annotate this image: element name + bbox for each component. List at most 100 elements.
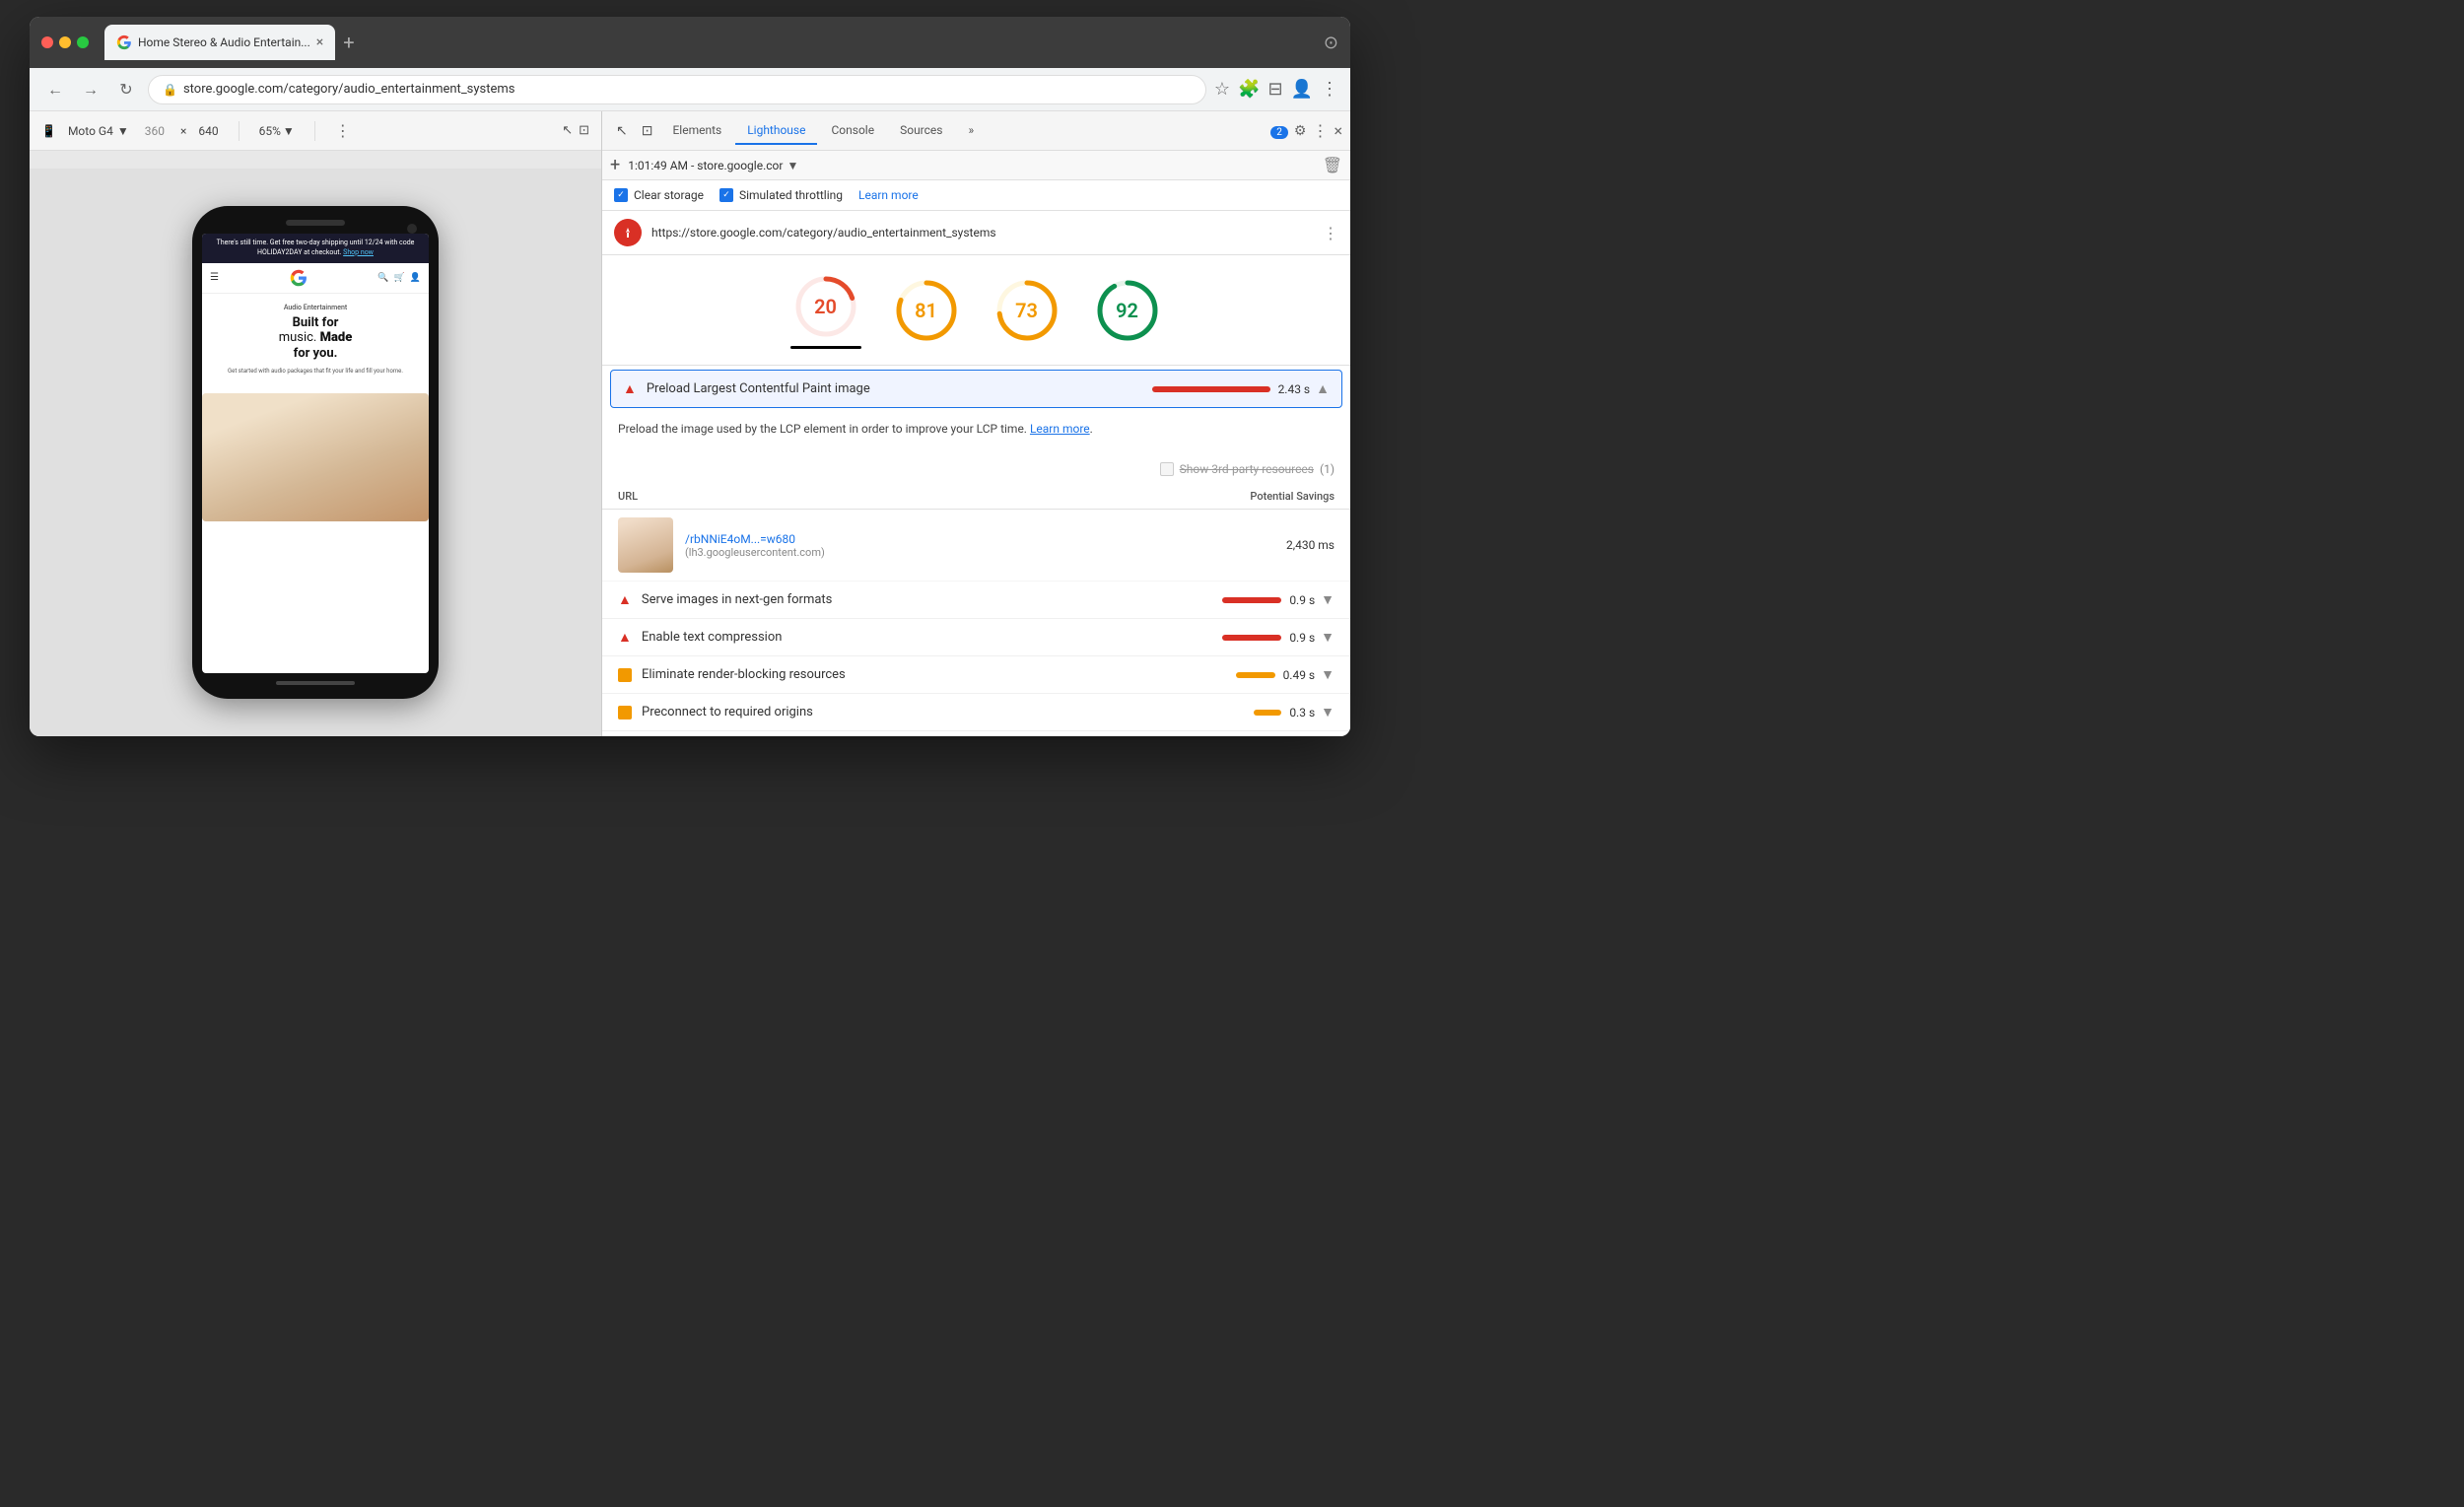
devtools-responsive-icon[interactable]: ⊡ xyxy=(636,119,659,143)
audit-item-render-blocking[interactable]: Eliminate render-blocking resources 0.49… xyxy=(602,656,1350,694)
audit-url-more-icon[interactable]: ⋮ xyxy=(1323,224,1338,242)
audit-learn-more-link[interactable]: Learn more xyxy=(1030,422,1090,436)
warning-red-icon: ▲ xyxy=(623,380,637,397)
audit-render-blocking-chevron: ▼ xyxy=(1321,666,1335,683)
audit-item-compression[interactable]: ▲ Enable text compression 0.9 s ▼ xyxy=(602,619,1350,656)
audit-item-expanded[interactable]: ▲ Preload Largest Contentful Paint image… xyxy=(610,370,1342,408)
close-devtools-icon[interactable]: × xyxy=(1334,121,1342,140)
active-tab[interactable]: Home Stereo & Audio Entertain... × xyxy=(104,25,335,60)
notification-count: 2 xyxy=(1270,126,1288,139)
audit-logo-icon xyxy=(614,219,642,246)
audit-render-blocking-bar-container: 0.49 s xyxy=(1236,668,1316,682)
throttling-option[interactable]: ✓ Simulated throttling xyxy=(719,188,843,202)
ruler-area xyxy=(30,151,601,169)
zoom-selector[interactable]: 65% ▼ xyxy=(259,124,295,138)
phone-hero-desc: Get started with audio packages that fit… xyxy=(210,367,421,376)
audit-render-blocking-bar xyxy=(1236,672,1275,678)
session-bar: + 1:01:49 AM - store.google.cor ▼ 🗑 xyxy=(602,151,1350,180)
session-delete-icon[interactable]: 🗑 xyxy=(1323,156,1342,174)
audit-next-gen-time: 0.9 s xyxy=(1289,593,1315,607)
audit-next-gen-bar-container: 0.9 s xyxy=(1222,593,1315,607)
phone-bottom-bar xyxy=(276,681,355,685)
score-20-circle: 20 xyxy=(790,271,861,342)
audit-lcp-bar-container: 2.43 s xyxy=(1152,382,1311,396)
zoom-value: 65% xyxy=(259,124,281,138)
options-bar: ✓ Clear storage ✓ Simulated throttling L… xyxy=(602,180,1350,211)
audit-table-row: /rbNNiE4oM...=w680 (lh3.googleuserconten… xyxy=(602,510,1350,582)
tab-close-icon[interactable]: × xyxy=(316,34,323,50)
phone-camera xyxy=(407,224,417,234)
close-button[interactable] xyxy=(41,36,53,48)
device-name: Moto G4 xyxy=(68,124,113,138)
device-selector[interactable]: Moto G4 ▼ xyxy=(68,124,129,138)
score-seo: 92 xyxy=(1092,275,1163,346)
more-options-icon[interactable]: ⋮ xyxy=(1312,121,1328,140)
audit-compression-bar xyxy=(1222,635,1281,641)
elements-label: Elements xyxy=(672,123,721,137)
session-url-text: 1:01:49 AM - store.google.cor xyxy=(628,159,783,172)
audit-item-preconnect[interactable]: Preconnect to required origins 0.3 s ▼ xyxy=(602,694,1350,731)
show-3rd-party-count: (1) xyxy=(1320,462,1335,476)
devtools-cursor-icon[interactable]: ↖ xyxy=(610,119,634,143)
toolbar-more-icon[interactable]: ⋮ xyxy=(335,121,351,140)
back-button[interactable]: ← xyxy=(41,76,69,103)
devtools-toolbar: 📱 Moto G4 ▼ 360 × 640 65% ▼ ⋮ ↖ ⊡ xyxy=(30,111,601,151)
audit-url-row: https://store.google.com/category/audio_… xyxy=(602,211,1350,255)
pointer-icon[interactable]: ↖ xyxy=(562,123,573,138)
audit-compression-label: Enable text compression xyxy=(642,630,1222,645)
minimize-button[interactable] xyxy=(59,36,71,48)
extension-icon[interactable]: 🧩 xyxy=(1238,79,1260,100)
tab-lighthouse[interactable]: Lighthouse xyxy=(735,117,817,145)
phone-account-icon: 👤 xyxy=(410,273,421,283)
clear-storage-checkbox[interactable]: ✓ xyxy=(614,188,628,202)
tab-elements[interactable]: Elements xyxy=(660,117,733,145)
phone-banner: There's still time. Get free two-day shi… xyxy=(202,234,429,263)
phone-hero-subtitle: Audio Entertainment xyxy=(210,304,421,311)
forward-button[interactable]: → xyxy=(77,76,104,103)
score-20-underline xyxy=(790,346,861,349)
responsive-icon[interactable]: ⊡ xyxy=(579,123,589,138)
score-92-circle: 92 xyxy=(1092,275,1163,346)
phone-hero: Audio Entertainment Built for music. Mad… xyxy=(202,294,429,394)
address-input[interactable]: 🔒 store.google.com/category/audio_entert… xyxy=(148,75,1206,104)
session-dropdown-icon[interactable]: ▼ xyxy=(787,159,798,172)
table-url-main: /rbNNiE4oM...=w680 xyxy=(685,532,1274,546)
new-tab-button[interactable]: + xyxy=(335,31,362,54)
device-picker-icon: 📱 xyxy=(41,124,56,138)
profile-icon[interactable]: 👤 xyxy=(1291,79,1313,100)
phone-image-person xyxy=(202,393,429,521)
dimension-separator: 360 xyxy=(145,124,165,138)
throttling-checkbox[interactable]: ✓ xyxy=(719,188,733,202)
tab-console[interactable]: Console xyxy=(819,117,886,145)
phone-nav: ☰ 🔍 🛒 xyxy=(202,263,429,294)
cast-icon[interactable]: ⊟ xyxy=(1267,79,1282,100)
browser-options-icon[interactable]: ⋮ xyxy=(1321,79,1338,100)
audit-render-blocking-time: 0.49 s xyxy=(1283,668,1316,682)
score-accessibility: 81 xyxy=(891,275,962,346)
session-url: 1:01:49 AM - store.google.cor ▼ xyxy=(628,159,798,172)
show-3rd-party-checkbox[interactable] xyxy=(1160,462,1174,476)
show-3rd-party-row: Show 3rd-party resources (1) xyxy=(602,458,1350,484)
hero-title-line3: for you. xyxy=(294,346,338,361)
tab-more[interactable]: » xyxy=(956,117,986,145)
throttling-learn-more-link[interactable]: Learn more xyxy=(858,188,919,202)
phone-banner-link[interactable]: Shop now xyxy=(343,248,374,256)
devtools-content[interactable]: + 1:01:49 AM - store.google.cor ▼ 🗑 ✓ Cl… xyxy=(602,151,1350,736)
tab-sources[interactable]: Sources xyxy=(888,117,954,145)
toolbar-divider xyxy=(239,121,240,141)
maximize-button[interactable] xyxy=(77,36,89,48)
session-add-button[interactable]: + xyxy=(610,155,620,175)
devtools-mode-icons: ↖ ⊡ xyxy=(562,123,589,138)
clear-storage-option[interactable]: ✓ Clear storage xyxy=(614,188,704,202)
audit-lcp-label: Preload Largest Contentful Paint image xyxy=(647,381,1152,396)
bookmark-icon[interactable]: ☆ xyxy=(1214,79,1230,100)
audit-compression-time: 0.9 s xyxy=(1289,631,1315,645)
phone-logo xyxy=(225,269,372,287)
reload-button[interactable]: ↻ xyxy=(112,76,140,103)
settings-icon[interactable]: ⚙ xyxy=(1294,123,1307,139)
score-20-value: 20 xyxy=(814,295,837,318)
audit-preconnect-bar-container: 0.3 s xyxy=(1254,706,1315,719)
audit-section: ▲ Preload Largest Contentful Paint image… xyxy=(602,370,1350,731)
address-bar-actions: ☆ 🧩 ⊟ 👤 ⋮ xyxy=(1214,79,1338,100)
audit-item-next-gen[interactable]: ▲ Serve images in next-gen formats 0.9 s… xyxy=(602,582,1350,619)
